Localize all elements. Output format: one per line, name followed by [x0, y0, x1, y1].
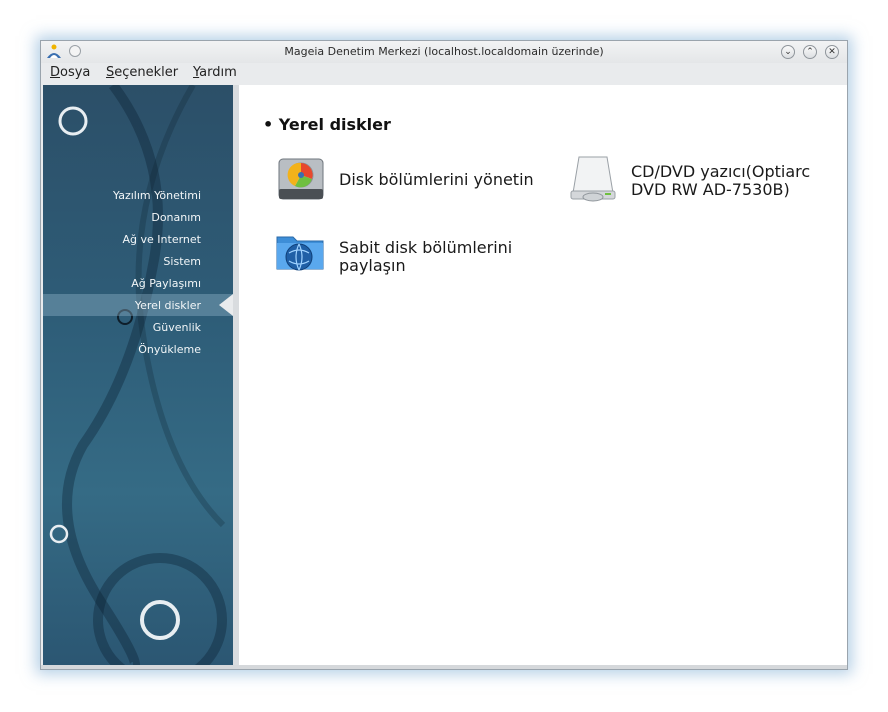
menu-bar: Dosya Seçenekler Yardım: [41, 63, 847, 84]
close-icon[interactable]: ✕: [825, 45, 839, 59]
sidebar-item-onyukleme[interactable]: Önyükleme: [138, 343, 201, 356]
section-title-text: Yerel diskler: [278, 115, 391, 134]
section-title: • Yerel diskler: [263, 115, 391, 134]
window-title: Mageia Denetim Merkezi (localhost.locald…: [284, 45, 604, 58]
menu-dosya[interactable]: Dosya: [50, 65, 90, 80]
entry-disk-partitions[interactable]: Disk bölümlerini yönetin: [275, 153, 535, 209]
sidebar-item-yerel-diskler[interactable]: Yerel diskler: [135, 299, 201, 312]
category-sidebar: Yazılım Yönetimi Donanım Ağ ve Internet …: [43, 85, 233, 667]
optical-drive-icon: [570, 156, 616, 202]
entry-label-line1: Sabit disk bölümlerini: [339, 238, 513, 257]
entry-label-line2: paylaşın: [339, 256, 406, 275]
title-bar[interactable]: Mageia Denetim Merkezi (localhost.locald…: [41, 41, 847, 63]
content-panel: • Yerel diskler Disk bölümlerini yönetin…: [239, 85, 847, 667]
entry-label-line1: CD/DVD yazıcı(Optiarc: [631, 162, 811, 181]
menu-yardim[interactable]: Yardım: [193, 65, 237, 80]
sidebar-decoration: [49, 85, 227, 667]
maximize-icon[interactable]: ⌃: [803, 45, 817, 59]
status-bar: [41, 665, 847, 669]
hard-disk-partition-icon: [278, 158, 324, 200]
entry-label-line2: DVD RW AD-7530B): [631, 180, 790, 199]
entry-label: Disk bölümlerini yönetin: [339, 170, 534, 189]
sidebar-item-guvenlik[interactable]: Güvenlik: [153, 321, 201, 334]
minimize-icon[interactable]: ⌄: [781, 45, 795, 59]
entry-share-partitions[interactable]: Sabit disk bölümlerini paylaşın: [275, 225, 545, 281]
network-folder-icon: [276, 236, 324, 271]
sidebar-item-ag-ve-internet[interactable]: Ağ ve Internet: [123, 233, 201, 246]
menu-dosya-rest: osya: [60, 65, 91, 80]
menu-yardim-rest: ardım: [199, 65, 237, 80]
selection-pointer-icon: [219, 294, 233, 316]
sidebar-item-donanim[interactable]: Donanım: [151, 211, 201, 224]
sidebar-item-yazilim-yonetimi[interactable]: Yazılım Yönetimi: [113, 189, 201, 202]
sidebar-item-ag-paylasimi[interactable]: Ağ Paylaşımı: [131, 277, 201, 290]
main-window: Mageia Denetim Merkezi (localhost.locald…: [40, 40, 848, 670]
menu-secenekler-rest: eçenekler: [114, 65, 179, 80]
sidebar-item-sistem[interactable]: Sistem: [163, 255, 201, 268]
menu-secenekler[interactable]: Seçenekler: [106, 65, 178, 80]
entry-cd-dvd-writer[interactable]: CD/DVD yazıcı(Optiarc DVD RW AD-7530B): [567, 153, 847, 209]
